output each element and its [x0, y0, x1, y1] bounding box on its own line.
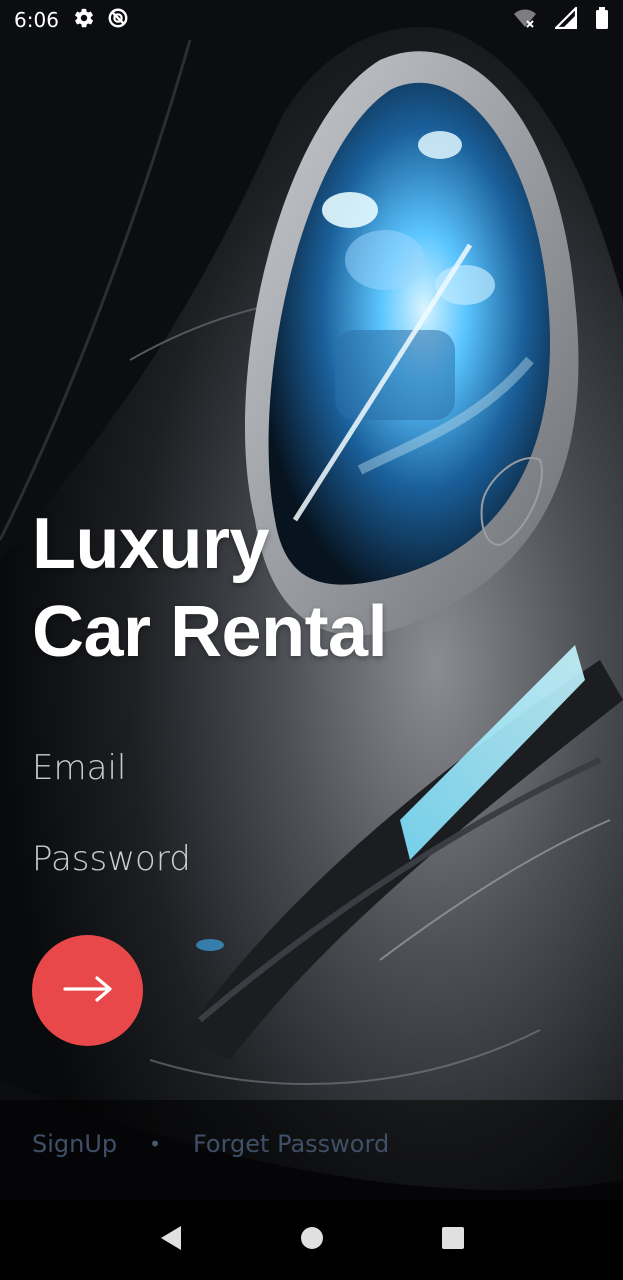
title-line-1: Luxury [32, 504, 270, 584]
home-button[interactable] [292, 1220, 332, 1260]
auth-links: SignUp • Forget Password [32, 1130, 389, 1158]
forget-password-link[interactable]: Forget Password [193, 1130, 389, 1158]
circle-slash-icon [107, 7, 129, 33]
signup-link[interactable]: SignUp [32, 1130, 117, 1158]
back-button[interactable] [151, 1220, 191, 1260]
email-field[interactable] [32, 740, 412, 796]
status-time: 6:06 [14, 8, 59, 32]
wifi-off-icon [513, 7, 537, 33]
navigation-bar [0, 1200, 623, 1280]
arrow-right-icon [62, 975, 113, 1006]
login-submit-button[interactable] [32, 935, 143, 1046]
page-title: Luxury Car Rental [32, 500, 388, 676]
recents-button[interactable] [433, 1220, 473, 1260]
signal-icon [553, 5, 578, 33]
back-triangle-icon [159, 1225, 183, 1255]
title-line-2: Car Rental [32, 592, 388, 672]
home-circle-icon [299, 1225, 325, 1255]
password-field[interactable] [32, 831, 412, 887]
gear-icon [73, 7, 95, 33]
battery-icon [595, 7, 609, 33]
recents-square-icon [441, 1226, 465, 1254]
status-bar: 6:06 [0, 0, 623, 40]
link-separator: • [149, 1132, 161, 1156]
